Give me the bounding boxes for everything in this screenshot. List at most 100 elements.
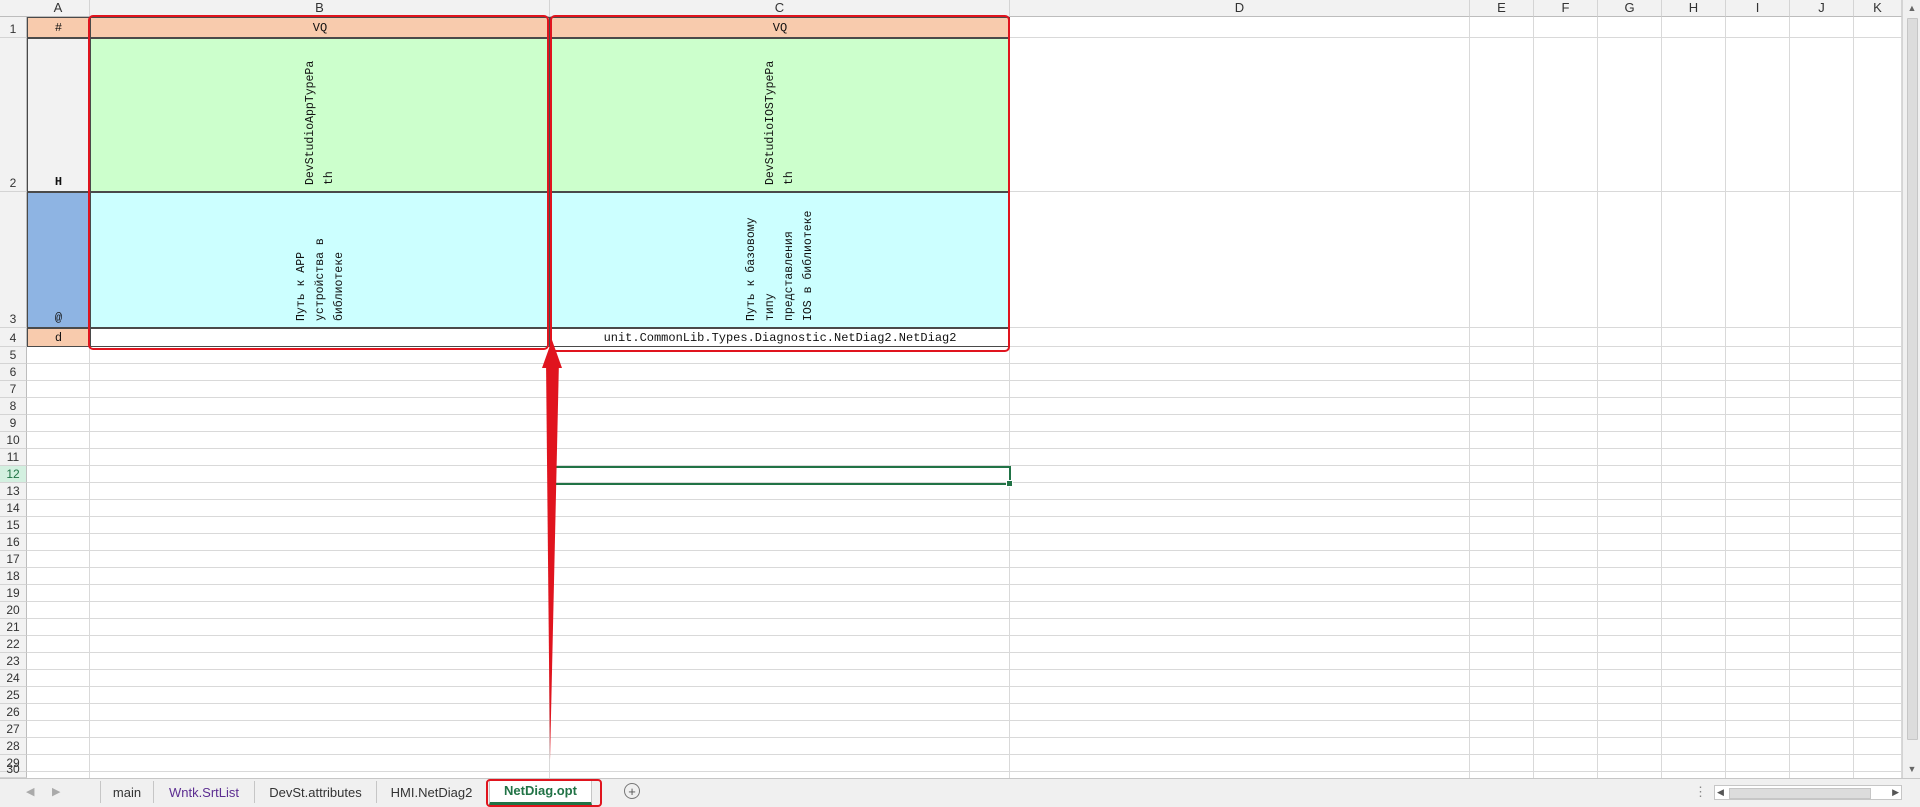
gridline-horizontal <box>27 397 1902 398</box>
column-header-G[interactable]: G <box>1598 0 1662 17</box>
column-header-J[interactable]: J <box>1790 0 1854 17</box>
scroll-left-icon[interactable]: ◀ <box>1717 786 1724 799</box>
gridline-horizontal <box>27 754 1902 755</box>
row-header-9[interactable]: 9 <box>0 415 27 432</box>
gridline-horizontal <box>27 380 1902 381</box>
scroll-right-icon[interactable]: ▶ <box>1892 786 1899 799</box>
gridline-horizontal <box>27 618 1902 619</box>
row-header-20[interactable]: 20 <box>0 602 27 619</box>
gridline-horizontal <box>27 431 1902 432</box>
cell-A4[interactable]: d <box>27 328 90 347</box>
column-header-F[interactable]: F <box>1534 0 1598 17</box>
row-header-1[interactable]: 1 <box>0 17 27 38</box>
triangle-right-icon[interactable]: ▶ <box>52 785 60 798</box>
cell-A1-value[interactable]: # <box>27 17 90 38</box>
row-header-23[interactable]: 23 <box>0 653 27 670</box>
row-header-21[interactable]: 21 <box>0 619 27 636</box>
gridline-horizontal <box>27 771 1902 772</box>
cell-C2[interactable]: DevStudioIOSTypePa th <box>550 38 1010 192</box>
row-header-14[interactable]: 14 <box>0 500 27 517</box>
sheet-tab-bar: ◀ ▶ main Wntk.SrtList DevSt.attributes H… <box>0 778 1920 807</box>
triangle-left-icon[interactable]: ◀ <box>26 785 34 798</box>
column-header-E[interactable]: E <box>1470 0 1534 17</box>
row-header-27[interactable]: 27 <box>0 721 27 738</box>
gridline-horizontal <box>27 363 1902 364</box>
row-header-19[interactable]: 19 <box>0 585 27 602</box>
column-header-K[interactable]: K <box>1854 0 1902 17</box>
tab-main[interactable]: main <box>100 781 154 803</box>
tab-wntk-srtlist[interactable]: Wntk.SrtList <box>154 781 255 803</box>
horizontal-scroll-thumb[interactable] <box>1729 788 1871 799</box>
tab-devst-attributes[interactable]: DevSt.attributes <box>255 781 377 803</box>
cell-C4[interactable]: unit.CommonLib.Types.Diagnostic.NetDiag2… <box>550 328 1010 347</box>
row-header-5[interactable]: 5 <box>0 347 27 364</box>
vertical-scrollbar[interactable]: ▲ ▼ <box>1902 0 1920 778</box>
tab-netdiag-opt[interactable]: NetDiag.opt <box>489 779 592 805</box>
row-header-11[interactable]: 11 <box>0 449 27 466</box>
column-header-H[interactable]: H <box>1662 0 1726 17</box>
annotation-arrow-icon <box>542 340 562 760</box>
row-header-18[interactable]: 18 <box>0 568 27 585</box>
gridline-horizontal <box>1010 327 1902 328</box>
gridline-horizontal <box>27 550 1902 551</box>
row-header-25[interactable]: 25 <box>0 687 27 704</box>
horizontal-scrollbar[interactable]: ◀ ▶ <box>1714 785 1902 800</box>
cell-B3[interactable]: Путь к APP устройства в библиотеке <box>90 192 550 328</box>
gridline-horizontal <box>1010 191 1902 192</box>
cell-B4[interactable] <box>90 328 550 347</box>
gridline-horizontal <box>27 448 1902 449</box>
active-cell-C12[interactable] <box>549 466 1013 487</box>
row-header-13[interactable]: 13 <box>0 483 27 500</box>
scroll-up-icon[interactable]: ▲ <box>1906 2 1918 14</box>
gridline-horizontal <box>27 567 1902 568</box>
row-header-17[interactable]: 17 <box>0 551 27 568</box>
row-header-22[interactable]: 22 <box>0 636 27 653</box>
ellipsis-icon[interactable]: ⋮ <box>1694 784 1708 800</box>
cell-C3[interactable]: Путь к базовому типу представления IOS в… <box>550 192 1010 328</box>
cell-C3-text: Путь к базовому типу представления IOS в… <box>745 210 815 321</box>
cell-B2-text: DevStudioAppTypePa th <box>304 60 336 185</box>
column-header-D[interactable]: D <box>1010 0 1470 17</box>
row-header-15[interactable]: 15 <box>0 517 27 534</box>
gridline-horizontal <box>27 686 1902 687</box>
cell-A2[interactable]: H <box>27 38 90 192</box>
gridline-horizontal <box>27 499 1902 500</box>
gridline-horizontal <box>1010 37 1902 38</box>
row-header-10[interactable]: 10 <box>0 432 27 449</box>
cell-B2[interactable]: DevStudioAppTypePa th <box>90 38 550 192</box>
row-header-2[interactable]: 2 <box>0 38 27 192</box>
gridline-horizontal <box>27 533 1902 534</box>
row-header-6[interactable]: 6 <box>0 364 27 381</box>
plus-circle-icon[interactable]: + <box>624 783 640 799</box>
gridline-horizontal <box>27 601 1902 602</box>
cell-B3-text: Путь к APP устройства в библиотеке <box>294 238 346 321</box>
row-header-24[interactable]: 24 <box>0 670 27 687</box>
column-header-I[interactable]: I <box>1726 0 1790 17</box>
column-header-B[interactable]: B <box>90 0 550 17</box>
cell-C1[interactable]: VQ <box>550 17 1010 38</box>
spreadsheet-grid[interactable]: ABCDEFGHIJK 1 2 3 4 5 6 7 8 9 10 11 12 13 14 15 16 17 18 1… <box>0 0 1902 778</box>
column-header-A[interactable]: A <box>27 0 90 17</box>
gridline-horizontal <box>27 414 1902 415</box>
gridline-horizontal <box>27 635 1902 636</box>
column-header-C[interactable]: C <box>550 0 1010 17</box>
gridline-horizontal <box>27 516 1902 517</box>
row-header-12[interactable]: 12 <box>0 466 27 483</box>
gridline-horizontal <box>27 720 1902 721</box>
gridline-horizontal <box>27 703 1902 704</box>
cell-C2-text: DevStudioIOSTypePa th <box>764 60 796 185</box>
cell-A3[interactable]: @ <box>27 192 90 328</box>
tab-hmi-netdiag2[interactable]: HMI.NetDiag2 <box>377 781 487 803</box>
row-header-26[interactable]: 26 <box>0 704 27 721</box>
scroll-down-icon[interactable]: ▼ <box>1906 763 1918 775</box>
gridline-horizontal <box>27 652 1902 653</box>
row-header-28[interactable]: 28 <box>0 738 27 755</box>
row-header-3[interactable]: 3 <box>0 192 27 328</box>
row-header-4[interactable]: 4 <box>0 328 27 347</box>
row-header-16[interactable]: 16 <box>0 534 27 551</box>
row-header-7[interactable]: 7 <box>0 381 27 398</box>
vertical-scroll-thumb[interactable] <box>1907 18 1918 740</box>
row-header-8[interactable]: 8 <box>0 398 27 415</box>
gridline-horizontal <box>27 584 1902 585</box>
cell-B1[interactable]: VQ <box>90 17 550 38</box>
